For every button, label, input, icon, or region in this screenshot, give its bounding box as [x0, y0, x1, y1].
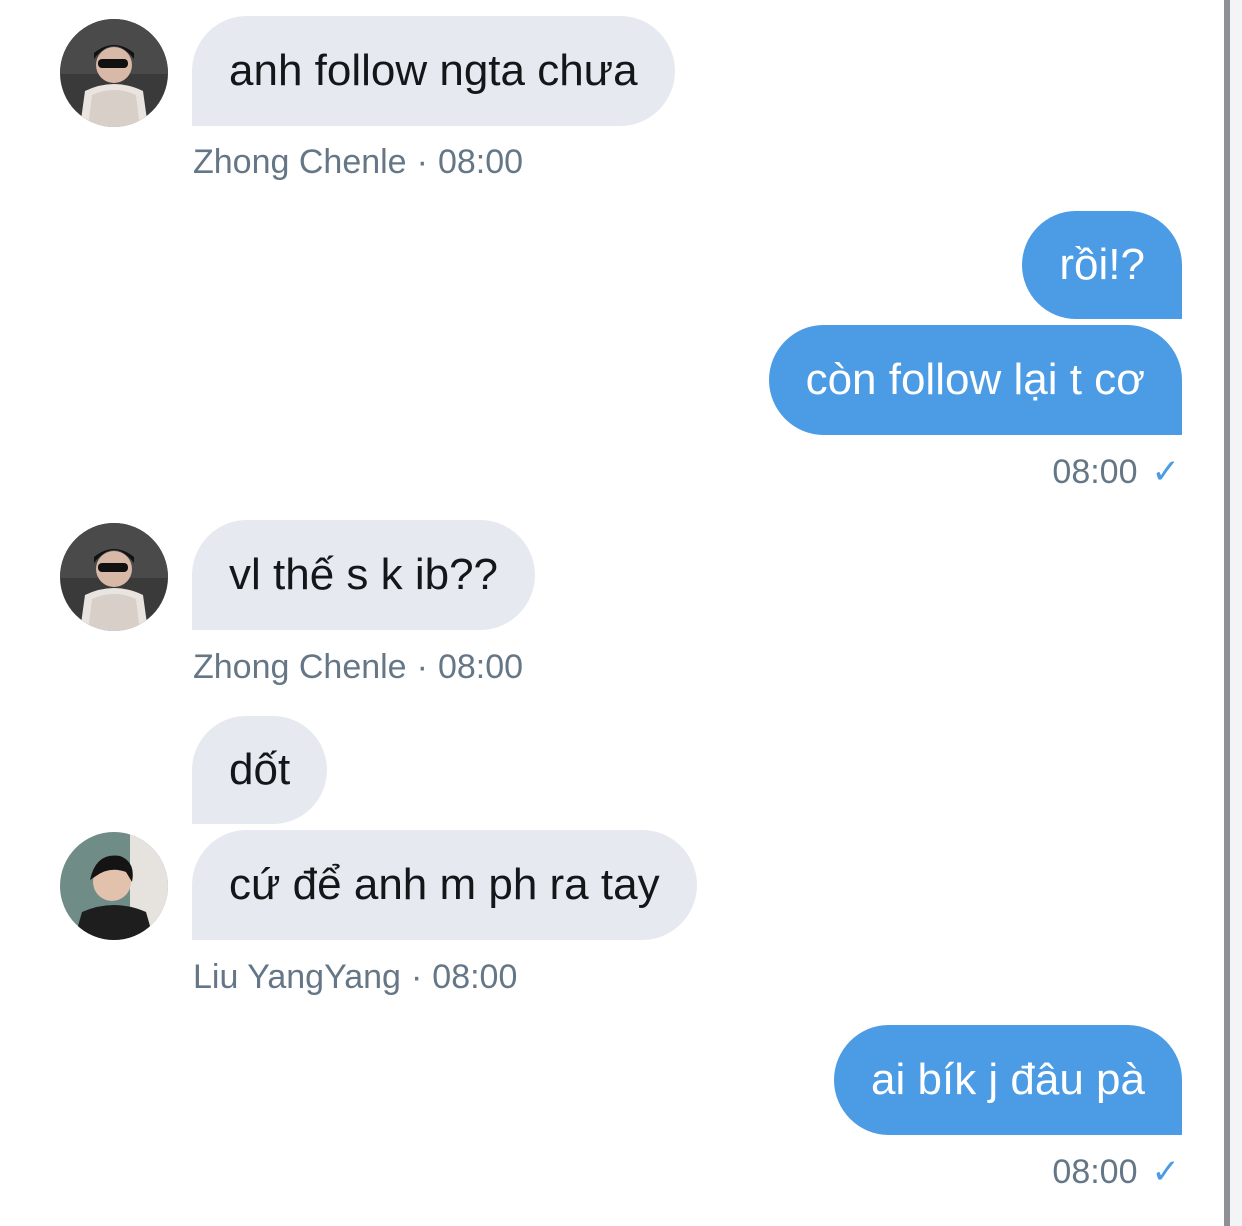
message-bubble-incoming[interactable]: anh follow ngta chưa: [192, 16, 675, 126]
meta-separator: ·: [410, 958, 423, 996]
sent-check-icon: ✓: [1151, 453, 1181, 491]
message-bubble-incoming[interactable]: dốt: [192, 716, 328, 824]
sender-name: Zhong Chenle: [193, 143, 407, 181]
message-time: 08:00: [437, 648, 524, 686]
message-bubble-incoming[interactable]: cứ để anh m ph ra tay: [192, 830, 697, 940]
avatar-liu-yangyang[interactable]: [60, 832, 168, 940]
message-text: ai bík j đâu pà: [871, 1055, 1145, 1104]
sender-name: Liu YangYang: [193, 958, 401, 996]
message-text: rồi!?: [1059, 240, 1145, 289]
scrollbar-thumb[interactable]: [1224, 0, 1230, 1226]
message-time: 08:00: [1052, 453, 1138, 491]
sent-check-icon: ✓: [1151, 1153, 1181, 1191]
message-meta: Zhong Chenle · 08:00: [193, 650, 523, 684]
avatar-zhong-chenle[interactable]: [60, 523, 168, 631]
sender-name: Zhong Chenle: [193, 648, 407, 686]
message-meta: Zhong Chenle · 08:00: [193, 145, 523, 179]
message-meta: 08:00 ✓: [1052, 455, 1180, 489]
message-bubble-outgoing[interactable]: rồi!?: [1022, 211, 1182, 319]
message-time: 08:00: [437, 143, 524, 181]
message-text: vl thế s k ib??: [229, 550, 499, 599]
chat-thread: anh follow ngta chưa Zhong Chenle · 08:00 …: [0, 0, 1242, 1226]
message-text: còn follow lại t cơ: [805, 355, 1145, 404]
message-meta: Liu YangYang · 08:00: [193, 960, 517, 994]
message-meta: 08:00 ✓: [1052, 1155, 1180, 1189]
message-text: anh follow ngta chưa: [229, 46, 638, 95]
message-bubble-outgoing[interactable]: ai bík j đâu pà: [834, 1025, 1182, 1135]
message-bubble-outgoing[interactable]: còn follow lại t cơ: [768, 325, 1182, 435]
meta-separator: ·: [416, 648, 428, 686]
avatar-zhong-chenle[interactable]: [60, 19, 168, 127]
message-bubble-incoming[interactable]: vl thế s k ib??: [192, 520, 536, 630]
message-time: 08:00: [1052, 1153, 1138, 1191]
message-text: cứ để anh m ph ra tay: [229, 860, 660, 909]
meta-separator: ·: [416, 143, 428, 181]
message-text: dốt: [229, 745, 291, 794]
message-time: 08:00: [432, 958, 518, 996]
